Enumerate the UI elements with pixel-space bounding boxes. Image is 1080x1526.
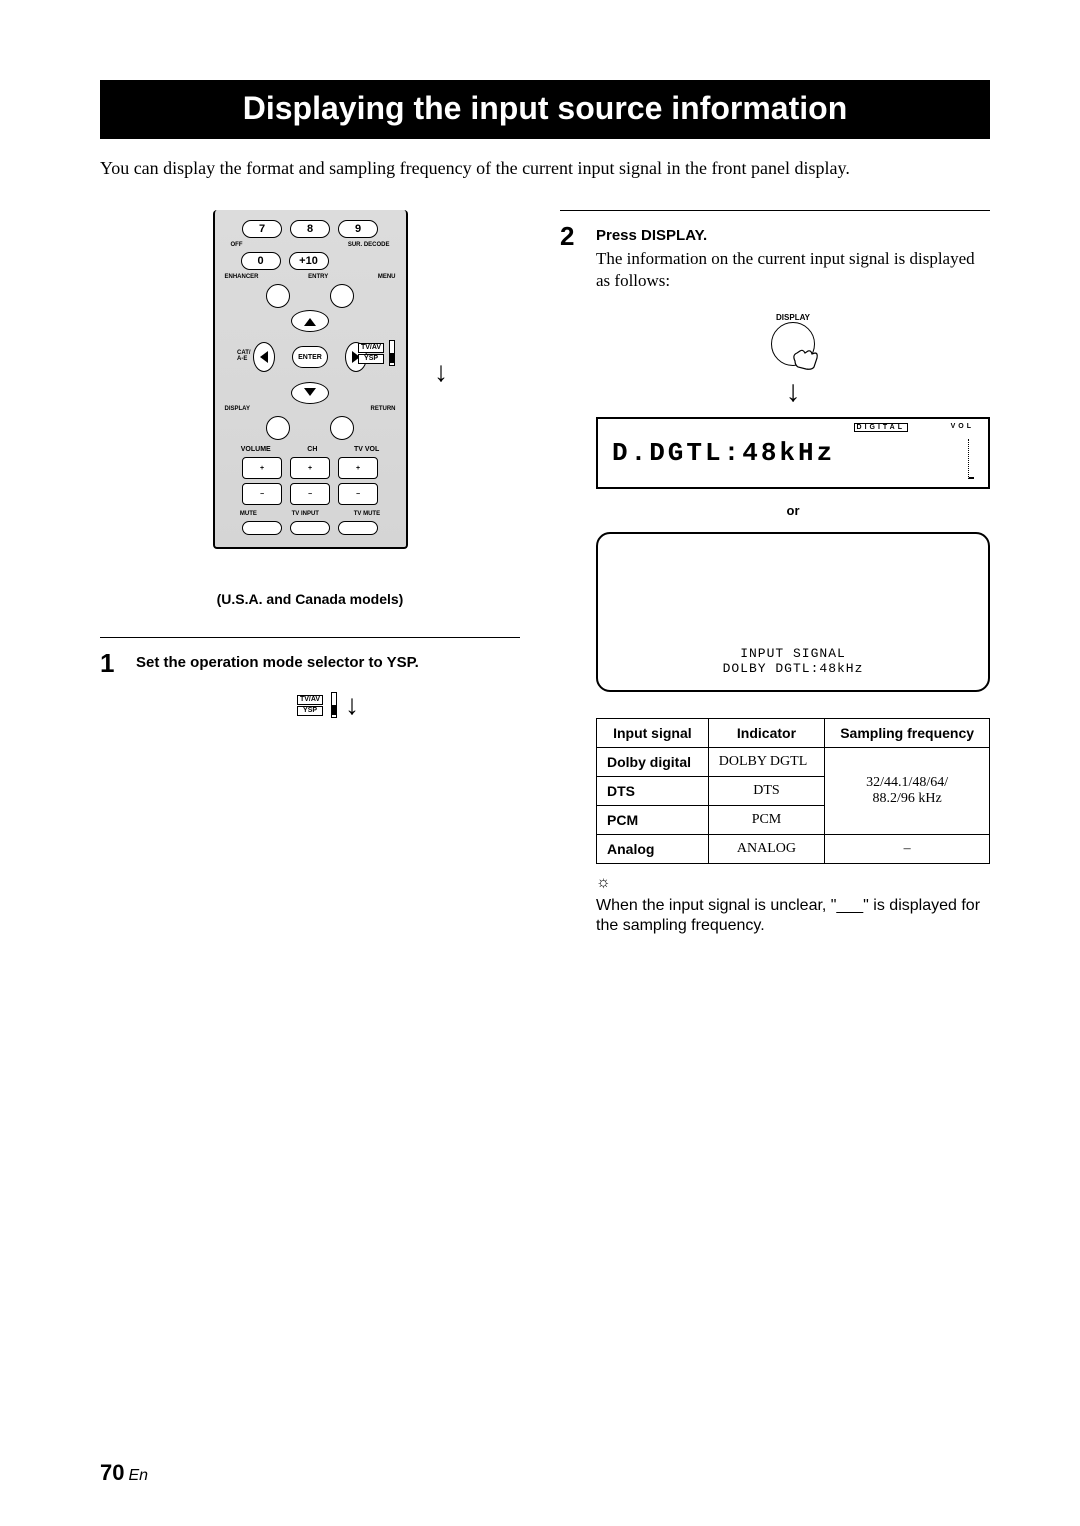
arrow-down-icon: ↓	[345, 691, 359, 719]
label-menu: MENU	[378, 274, 396, 280]
key-7: 7	[242, 220, 282, 238]
key-8: 8	[290, 220, 330, 238]
row-pcm-indicator: PCM	[708, 805, 825, 834]
vol-up: +	[242, 457, 282, 479]
btn-enhancer	[266, 284, 290, 308]
btn-return	[330, 416, 354, 440]
row-dts-signal: DTS	[597, 776, 709, 805]
label-cat: CAT/A-E	[237, 350, 251, 362]
label-ch: CH	[307, 446, 317, 453]
or-label: or	[596, 503, 990, 518]
label-volume: VOLUME	[241, 446, 271, 453]
btn-menu	[330, 284, 354, 308]
shared-freq: 32/44.1/48/64/ 88.2/96 kHz	[825, 747, 990, 834]
row-dts-indicator: DTS	[708, 776, 825, 805]
label-tvinput: TV INPUT	[292, 511, 319, 517]
vol-down: −	[242, 483, 282, 505]
label-entry: ENTRY	[308, 274, 328, 280]
ch-up: +	[290, 457, 330, 479]
tvvol-up: +	[338, 457, 378, 479]
th-input-signal: Input signal	[597, 718, 709, 747]
osd-display: INPUT SIGNAL DOLBY DGTL:48kHz	[596, 532, 990, 692]
label-mute: MUTE	[240, 511, 257, 517]
btn-enter: ENTER	[292, 346, 328, 368]
dpad: ENTER CAT/A-E TV/AV YSP	[255, 312, 365, 402]
step2-title: Press DISPLAY.	[596, 227, 990, 244]
osd-line2: DOLBY DGTL:48kHz	[598, 661, 988, 676]
dpad-left-icon	[260, 351, 268, 363]
mode-switch-diagram: TV/AV YSP	[297, 694, 323, 717]
remote-diagram: 7 8 9 OFF SUR. DECODE 0 +10 ENHANCER ENT…	[213, 210, 408, 549]
label-off: OFF	[231, 242, 243, 248]
remote-caption: (U.S.A. and Canada models)	[100, 591, 520, 607]
row-pcm-signal: PCM	[597, 805, 709, 834]
page-number: 70En	[100, 1460, 148, 1486]
label-tvmute: TV MUTE	[354, 511, 380, 517]
row-analog-signal: Analog	[597, 834, 709, 863]
row-analog-freq: –	[825, 834, 990, 863]
vol-label: VOL	[951, 423, 974, 430]
key-plus10: +10	[289, 252, 329, 270]
digital-badge: DIGITAL	[854, 423, 908, 432]
dpad-up-icon	[304, 318, 316, 326]
dpad-down-icon	[304, 388, 316, 396]
key-0: 0	[241, 252, 281, 270]
switch-on-remote: TV/AV YSP	[358, 340, 395, 366]
page-title: Displaying the input source information	[100, 80, 990, 139]
arrow-down-icon: ↓	[434, 359, 448, 387]
signal-table: Input signal Indicator Sampling frequenc…	[596, 718, 990, 864]
step2-desc: The information on the current input sig…	[596, 248, 990, 292]
label-enhancer: ENHANCER	[225, 274, 259, 280]
btn-tvmute	[338, 521, 378, 535]
label-return: RETURN	[370, 406, 395, 412]
arrow-down-icon: ↓	[596, 377, 990, 407]
btn-mute	[242, 521, 282, 535]
lcd-display: DIGITAL VOL D.DGTL:48kHz	[596, 417, 990, 489]
btn-display	[266, 416, 290, 440]
row-analog-indicator: ANALOG	[708, 834, 825, 863]
vol-meter-icon	[968, 439, 974, 479]
osd-line1: INPUT SIGNAL	[598, 646, 988, 661]
key-9: 9	[338, 220, 378, 238]
intro-text: You can display the format and sampling …	[100, 157, 990, 180]
btn-tvinput	[290, 521, 330, 535]
step1-number: 1	[100, 648, 124, 719]
th-sampling-freq: Sampling frequency	[825, 718, 990, 747]
tvvol-down: −	[338, 483, 378, 505]
tip-text: When the input signal is unclear, "___" …	[596, 896, 990, 938]
lcd-text: D.DGTL:48kHz	[612, 438, 835, 468]
step1-title: Set the operation mode selector to YSP.	[136, 654, 520, 671]
display-label: DISPLAY	[596, 313, 990, 322]
ch-down: −	[290, 483, 330, 505]
row-dolby-indicator: DOLBY DGTL	[708, 747, 825, 776]
th-indicator: Indicator	[708, 718, 825, 747]
tip-icon: ☼	[596, 874, 990, 892]
label-surdecode: SUR. DECODE	[348, 242, 390, 248]
label-tvvol: TV VOL	[354, 446, 379, 453]
mode-switch-rail	[331, 692, 337, 718]
press-display-icon	[771, 322, 815, 366]
step2-number: 2	[560, 221, 584, 937]
row-dolby-signal: Dolby digital	[597, 747, 709, 776]
label-display: DISPLAY	[225, 406, 250, 412]
